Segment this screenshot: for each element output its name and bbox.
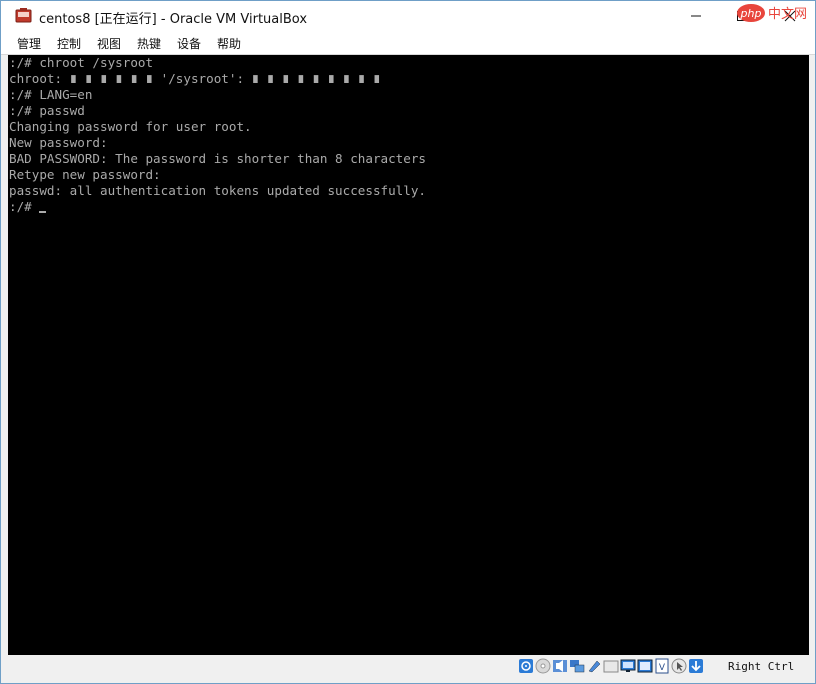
virtualbox-icon <box>15 7 32 24</box>
vm-console-screen[interactable]: :/# chroot /sysroot chroot: ∎ ∎ ∎ ∎ ∎ ∎ … <box>8 55 809 655</box>
console-prompt-line: :/# <box>9 199 47 215</box>
console-line: :/# chroot /sysroot <box>9 55 154 70</box>
host-key-label: Right Ctrl <box>728 660 795 673</box>
console-line: chroot: ∎ ∎ ∎ ∎ ∎ ∎ '/sysroot': ∎ ∎ ∎ ∎ … <box>9 71 381 86</box>
display-icon[interactable] <box>620 658 636 674</box>
menu-item-hotkeys[interactable]: 热键 <box>137 35 161 52</box>
shared-folders-icon[interactable] <box>603 658 619 674</box>
audio-icon[interactable] <box>552 658 568 674</box>
php-cn-watermark-logo: php 中文网 <box>736 2 815 24</box>
menu-item-view[interactable]: 视图 <box>97 35 121 52</box>
status-bar: V Right Ctrl <box>1 655 815 683</box>
optical-drive-icon[interactable] <box>535 658 551 674</box>
window-title: centos8 [正在运行] - Oracle VM VirtualBox <box>39 12 308 27</box>
network-icon[interactable] <box>569 658 585 674</box>
console-line: :/# passwd <box>9 103 85 118</box>
menu-item-control[interactable]: 控制 <box>57 35 81 52</box>
video-capture-icon[interactable] <box>637 658 653 674</box>
console-line: :/# LANG=en <box>9 87 93 102</box>
console-line: BAD PASSWORD: The password is shorter th… <box>9 151 427 166</box>
menu-item-devices[interactable]: 设备 <box>177 35 201 52</box>
mouse-integration-icon[interactable] <box>671 658 687 674</box>
minimize-icon <box>690 7 702 26</box>
minimize-button[interactable] <box>673 1 719 31</box>
virtualbox-window: centos8 [正在运行] - Oracle VM VirtualBox ph… <box>0 0 816 684</box>
title-bar[interactable]: centos8 [正在运行] - Oracle VM VirtualBox ph… <box>1 1 815 32</box>
menu-bar: 管理 控制 视图 热键 设备 帮助 <box>1 32 815 55</box>
console-line: Changing password for user root. <box>9 119 252 134</box>
svg-text:php: php <box>740 7 762 20</box>
console-prompt: :/# <box>9 199 40 214</box>
status-icons: V <box>518 658 704 676</box>
text-cursor <box>39 211 47 213</box>
virtualization-icon[interactable]: V <box>654 658 670 674</box>
console-line: Retype new password: <box>9 167 161 182</box>
keyboard-capture-icon[interactable] <box>688 658 704 674</box>
console-line: passwd: all authentication tokens update… <box>9 183 427 198</box>
menu-item-help[interactable]: 帮助 <box>217 35 241 52</box>
menu-item-manage[interactable]: 管理 <box>17 35 41 52</box>
console-line: New password: <box>9 135 108 150</box>
svg-text:V: V <box>659 663 666 673</box>
svg-text:中文网: 中文网 <box>768 7 807 22</box>
hard-disk-icon[interactable] <box>518 658 534 674</box>
usb-icon[interactable] <box>586 658 602 674</box>
